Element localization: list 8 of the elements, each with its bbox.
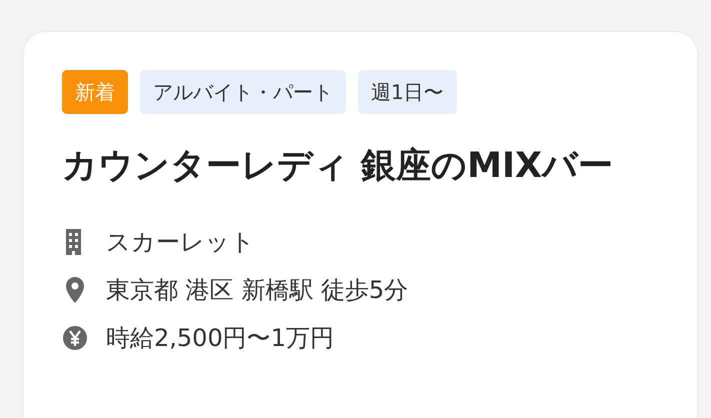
job-tag: 週1日〜 — [358, 70, 457, 114]
new-badge: 新着 — [62, 70, 128, 114]
job-tag: アルバイト・パート — [140, 70, 346, 114]
location-text: 東京都 港区 新橋駅 徒歩5分 — [106, 275, 408, 306]
job-title: カウンターレディ 銀座のMIXバー — [62, 145, 614, 188]
yen-icon — [62, 324, 88, 352]
company-text: スカーレット — [106, 227, 255, 258]
salary-text: 時給2,500円〜1万円 — [106, 323, 334, 354]
